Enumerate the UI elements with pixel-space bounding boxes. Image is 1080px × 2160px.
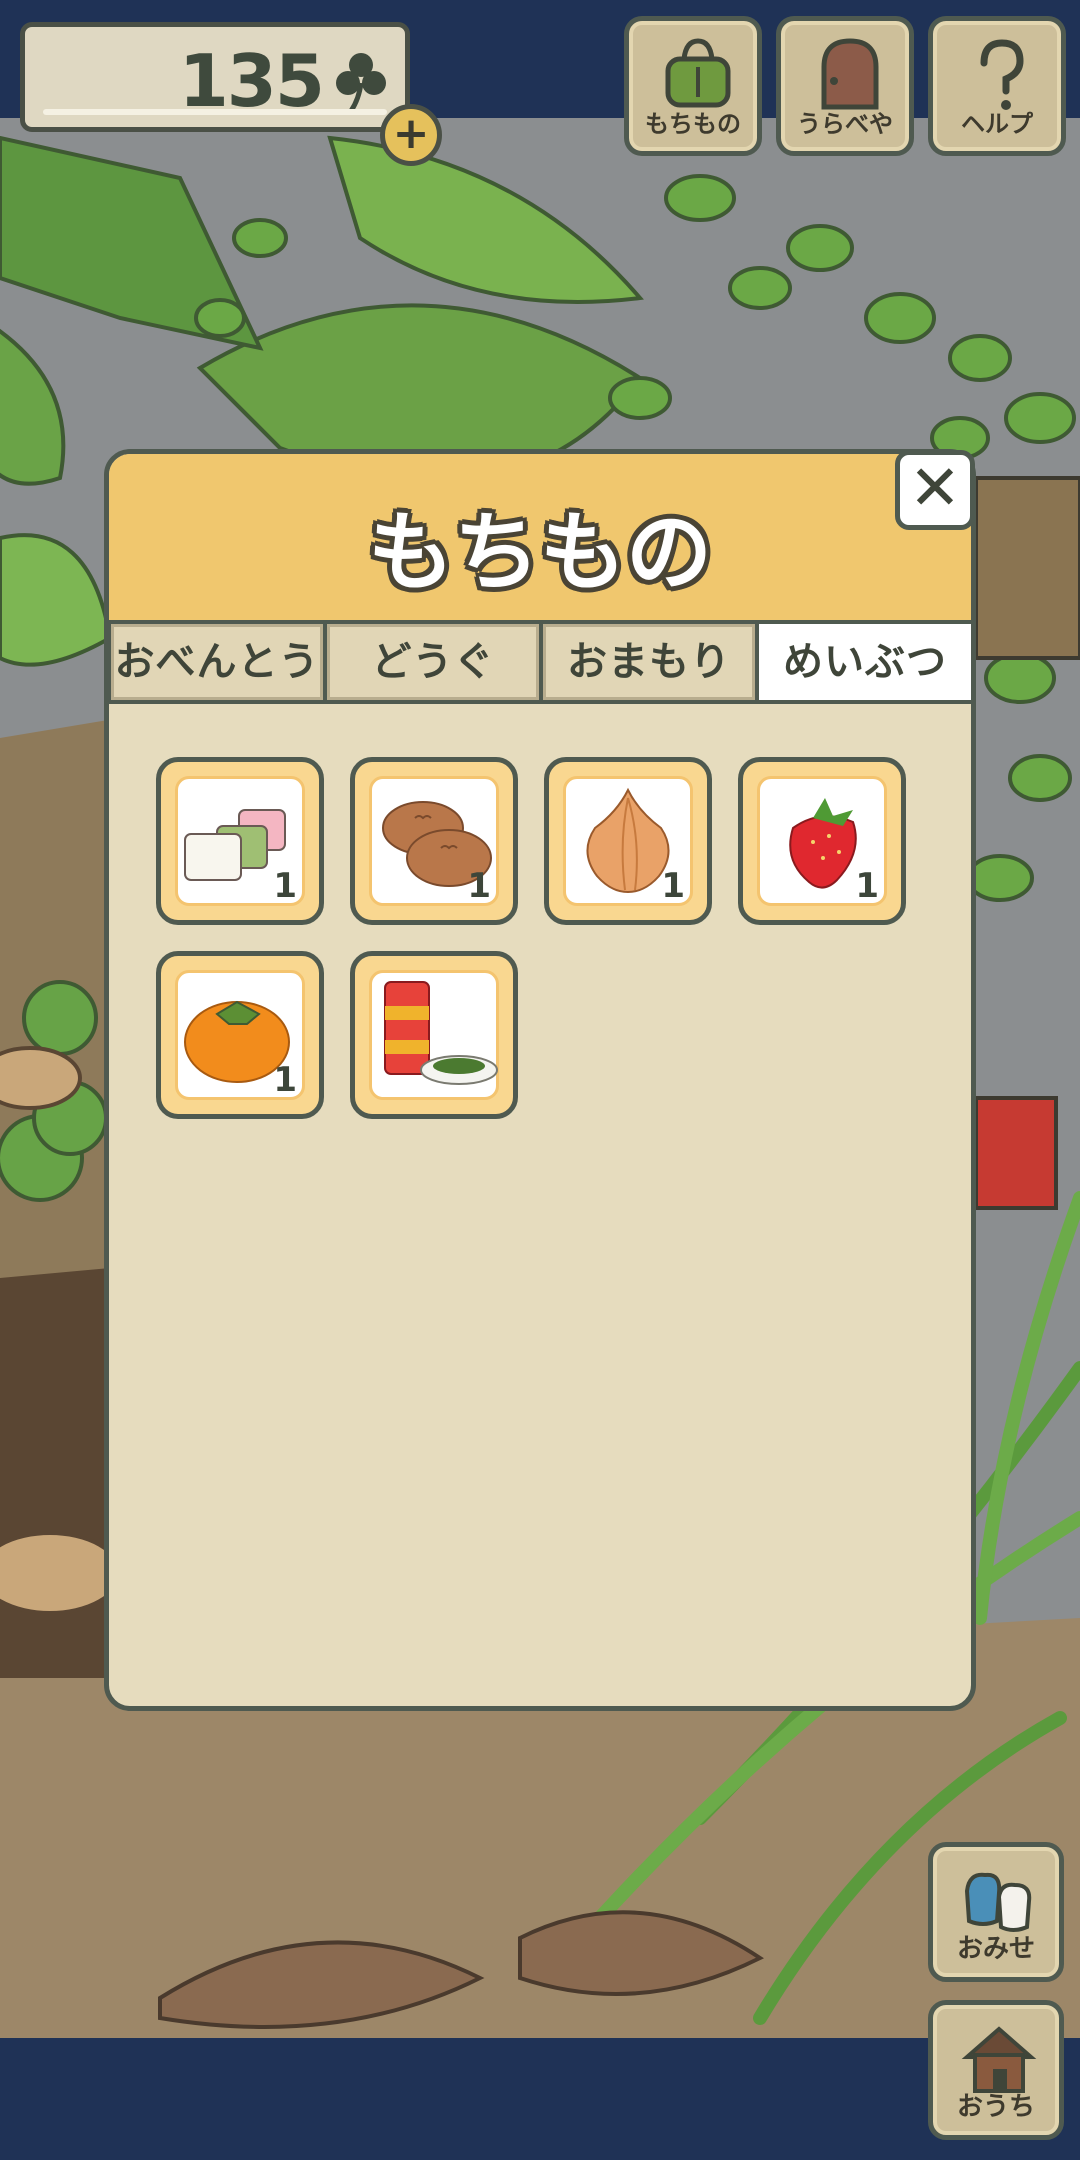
home-label: おうち xyxy=(956,2092,1035,2122)
clover-icon xyxy=(336,53,386,113)
item-manju[interactable]: 1 xyxy=(350,757,518,925)
shop-button[interactable]: おみせ xyxy=(928,1842,1064,1982)
item-quantity: 1 xyxy=(273,866,297,906)
shop-label: おみせ xyxy=(956,1934,1035,1964)
modal-title: もちもの xyxy=(368,503,712,603)
tab-charms[interactable]: おまもり xyxy=(543,624,755,700)
item-mochi[interactable]: 1 xyxy=(156,757,324,925)
tea-tin-icon xyxy=(384,981,498,1085)
item-quantity: 1 xyxy=(467,866,491,906)
back-room-button[interactable]: うらべや xyxy=(776,16,914,156)
inventory-modal: もちもの おべんとう どうぐ おまもり めいぶつ 1 1 1 1 1 xyxy=(104,449,976,1711)
clover-counter: 135 xyxy=(20,22,410,132)
add-clover-button[interactable]: + xyxy=(380,104,442,166)
item-onion[interactable]: 1 xyxy=(544,757,712,925)
item-quantity: 1 xyxy=(661,866,685,906)
back-room-label: うらべや xyxy=(797,110,893,138)
item-quantity: 1 xyxy=(855,866,879,906)
bottom-frame xyxy=(0,2038,1080,2160)
modal-header: もちもの xyxy=(109,454,971,620)
item-persimmon[interactable]: 1 xyxy=(156,951,324,1119)
inventory-button[interactable]: もちもの xyxy=(624,16,762,156)
tab-specialties[interactable]: めいぶつ xyxy=(759,624,971,700)
item-quantity: 1 xyxy=(273,1060,297,1100)
item-strawberry[interactable]: 1 xyxy=(738,757,906,925)
tab-bar: おべんとう どうぐ おまもり めいぶつ xyxy=(109,620,971,704)
help-label: ヘルプ xyxy=(961,110,1033,138)
help-button[interactable]: ヘルプ xyxy=(928,16,1066,156)
close-button[interactable]: ✕ xyxy=(895,450,975,530)
tab-tools[interactable]: どうぐ xyxy=(327,624,539,700)
item-tea-tin[interactable] xyxy=(350,951,518,1119)
inventory-label: もちもの xyxy=(645,110,741,138)
home-button[interactable]: おうち xyxy=(928,2000,1064,2140)
counter-underline xyxy=(43,109,387,115)
tab-bento[interactable]: おべんとう xyxy=(111,624,323,700)
